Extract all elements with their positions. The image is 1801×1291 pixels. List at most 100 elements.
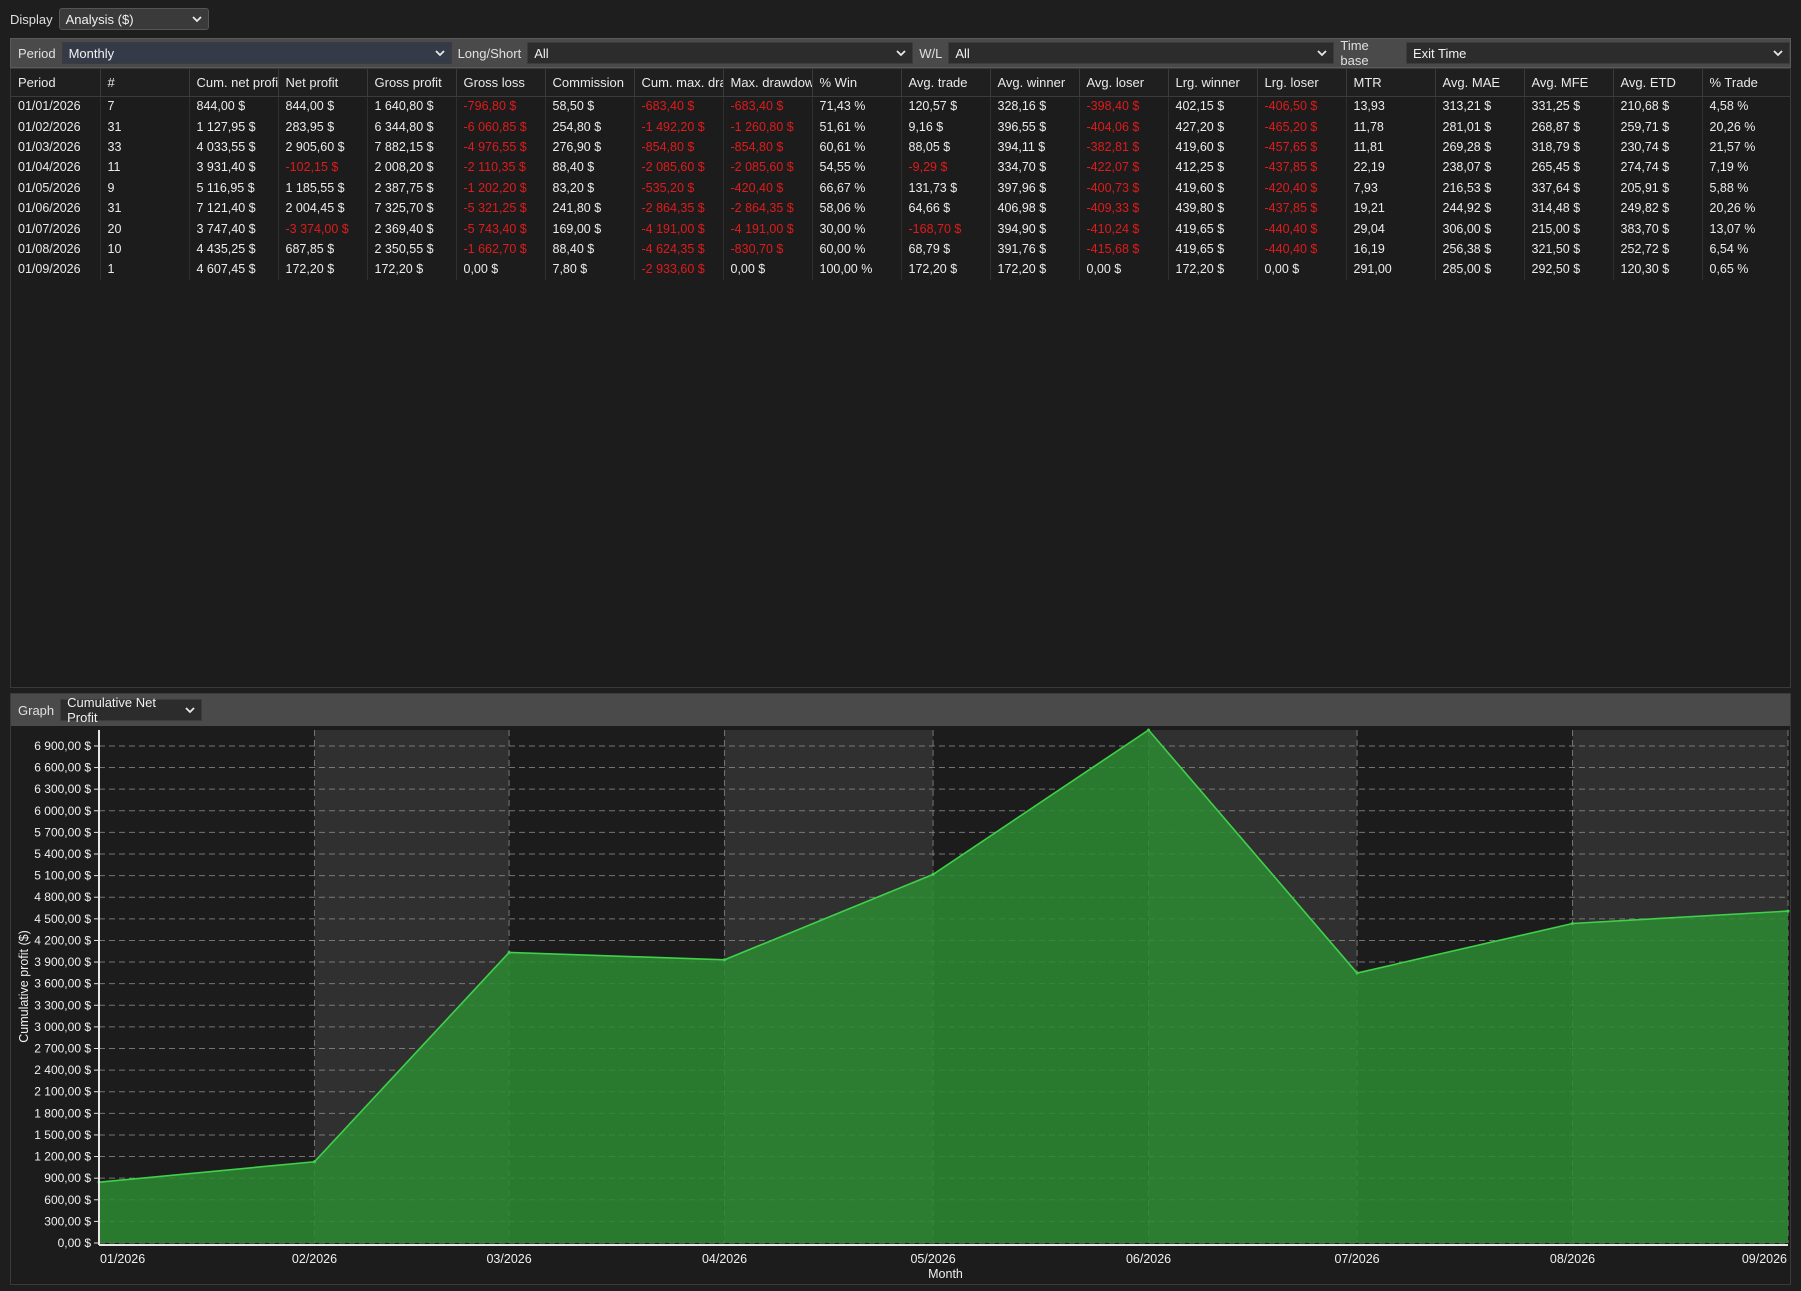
wl-select[interactable]: All xyxy=(948,42,1335,64)
table-cell: 259,71 $ xyxy=(1613,116,1703,137)
chevron-down-icon xyxy=(895,47,907,59)
table-cell: -683,40 $ xyxy=(723,96,813,117)
table-cell: 306,00 $ xyxy=(1435,218,1525,239)
table-row[interactable]: 01/05/2026 9 5 116,95 $1 185,55 $2 387,75 … xyxy=(11,177,1790,198)
table-cell: 238,07 $ xyxy=(1435,157,1525,178)
table-cell: 88,40 $ xyxy=(545,157,635,178)
table-cell: 0,65 % xyxy=(1702,259,1790,280)
period-select[interactable]: Monthly xyxy=(61,42,452,64)
column-header[interactable]: Avg. winner xyxy=(990,69,1080,97)
timebase-select[interactable]: Exit Time xyxy=(1405,42,1790,64)
graph-bar: Graph Cumulative Net Profit xyxy=(11,694,1790,726)
column-header[interactable]: Lrg. loser xyxy=(1257,69,1347,97)
table-cell: 331,25 $ xyxy=(1524,96,1614,117)
table-cell: 2 004,45 $ xyxy=(278,197,368,219)
table-cell: 7,93 xyxy=(1346,177,1436,198)
column-header[interactable]: Commission xyxy=(545,69,635,97)
y-tick-label: 6 000,00 $ xyxy=(34,804,91,818)
table-cell: 252,72 $ xyxy=(1613,238,1703,260)
table-row[interactable]: 01/08/2026 10 4 435,25 $687,85 $2 350,55 $… xyxy=(11,238,1790,260)
column-header[interactable]: Gross loss xyxy=(456,69,546,97)
column-header[interactable]: % Win xyxy=(812,69,902,97)
table-cell: 7 325,70 $ xyxy=(367,197,457,219)
table-cell: 71,43 % xyxy=(812,96,902,117)
table-cell: -5 743,40 $ xyxy=(456,218,546,239)
table-cell: 7,80 $ xyxy=(545,259,635,280)
chevron-down-icon xyxy=(184,704,196,716)
table-cell: 60,61 % xyxy=(812,136,902,158)
table-cell: 216,53 $ xyxy=(1435,177,1525,198)
table-cell: 01/01/2026 xyxy=(11,96,101,117)
table-row[interactable]: 01/02/2026 31 1 127,95 $283,95 $6 344,80 $… xyxy=(11,116,1790,137)
table-cell: -796,80 $ xyxy=(456,96,546,117)
column-header[interactable]: Avg. loser xyxy=(1079,69,1169,97)
graph-select[interactable]: Cumulative Net Profit xyxy=(60,695,203,725)
table-cell: 419,65 $ xyxy=(1168,218,1258,239)
table-cell: 58,06 % xyxy=(812,197,902,219)
table-cell: 1 640,80 $ xyxy=(367,96,457,117)
column-header[interactable]: Period xyxy=(11,69,101,97)
table-row[interactable]: 01/03/2026 33 4 033,55 $2 905,60 $7 882,15… xyxy=(11,136,1790,158)
table-cell: 2 905,60 $ xyxy=(278,136,368,158)
y-tick-label: 6 900,00 $ xyxy=(34,739,91,753)
column-header[interactable]: MTR xyxy=(1346,69,1436,97)
longshort-select-value: All xyxy=(534,45,549,61)
table-cell: 31 xyxy=(100,116,190,137)
table-cell: 20 xyxy=(100,218,190,239)
table-cell: 4,58 % xyxy=(1702,96,1790,117)
y-tick-label: 4 500,00 $ xyxy=(34,912,91,926)
column-header[interactable]: Max. drawdow xyxy=(723,69,813,97)
column-header[interactable]: Lrg. winner xyxy=(1168,69,1258,97)
column-header[interactable]: Avg. trade xyxy=(901,69,991,97)
table-cell: 210,68 $ xyxy=(1613,96,1703,117)
column-header[interactable]: Cum. max. dra xyxy=(634,69,724,97)
column-header[interactable]: Gross profit xyxy=(367,69,457,97)
table-cell: 394,90 $ xyxy=(990,218,1080,239)
table-cell: 22,19 xyxy=(1346,157,1436,178)
column-header[interactable]: Avg. ETD xyxy=(1613,69,1703,97)
table-cell: 172,20 $ xyxy=(1168,259,1258,280)
table-row[interactable]: 01/04/2026 11 3 931,40 $ -102,15 $2 008,20 … xyxy=(11,157,1790,178)
x-axis-label: Month xyxy=(928,1267,963,1281)
y-tick-label: 0,00 $ xyxy=(58,1236,92,1250)
table-cell: 2 008,20 $ xyxy=(367,157,457,178)
display-select[interactable]: Analysis ($) xyxy=(58,8,209,30)
y-tick-label: 5 100,00 $ xyxy=(34,869,91,883)
table-cell: 1 xyxy=(100,259,190,280)
x-tick-label: 04/2026 xyxy=(702,1252,747,1266)
table-cell: -400,73 $ xyxy=(1079,177,1169,198)
table-cell: -4 191,00 $ xyxy=(634,218,724,239)
x-tick-label: 06/2026 xyxy=(1126,1252,1171,1266)
column-header[interactable]: Avg. MFE xyxy=(1524,69,1614,97)
column-header[interactable]: Net profit xyxy=(278,69,368,97)
table-cell: 66,67 % xyxy=(812,177,902,198)
table-row[interactable]: 01/06/2026 31 7 121,40 $2 004,45 $7 325,70… xyxy=(11,197,1790,219)
table-cell: 2 350,55 $ xyxy=(367,238,457,260)
table-row[interactable]: 01/07/2026 20 3 747,40 $ -3 374,00 $2 369,4… xyxy=(11,218,1790,239)
table-cell: 01/05/2026 xyxy=(11,177,101,198)
table-cell: -420,40 $ xyxy=(1257,177,1347,198)
x-tick-label: 07/2026 xyxy=(1334,1252,1379,1266)
column-header[interactable]: Avg. MAE xyxy=(1435,69,1525,97)
table-cell: -465,20 $ xyxy=(1257,116,1347,137)
table-cell: 58,50 $ xyxy=(545,96,635,117)
table-cell: -5 321,25 $ xyxy=(456,197,546,219)
table-cell: 419,60 $ xyxy=(1168,177,1258,198)
longshort-select[interactable]: All xyxy=(527,42,914,64)
table-cell: 4 607,45 $ xyxy=(189,259,279,280)
column-header[interactable]: % Trade xyxy=(1702,69,1790,97)
column-header[interactable]: # xyxy=(100,69,190,97)
table-cell: 1 185,55 $ xyxy=(278,177,368,198)
x-tick-label: 02/2026 xyxy=(292,1252,337,1266)
table-cell: -3 374,00 $ xyxy=(278,218,368,239)
table-cell: -404,06 $ xyxy=(1079,116,1169,137)
table-row[interactable]: 01/01/2026 7 844,00 $844,00 $1 640,80 $ -79… xyxy=(11,96,1790,117)
y-tick-label: 5 400,00 $ xyxy=(34,847,91,861)
table-cell: 13,93 xyxy=(1346,96,1436,117)
y-tick-label: 2 100,00 $ xyxy=(34,1085,91,1099)
timebase-label: Time base xyxy=(1340,38,1369,68)
column-header[interactable]: Cum. net profi xyxy=(189,69,279,97)
table-row[interactable]: 01/09/2026 1 4 607,45 $172,20 $172,20 $0,0… xyxy=(11,259,1790,280)
table-cell: 19,21 xyxy=(1346,197,1436,219)
table-cell: 01/02/2026 xyxy=(11,116,101,137)
